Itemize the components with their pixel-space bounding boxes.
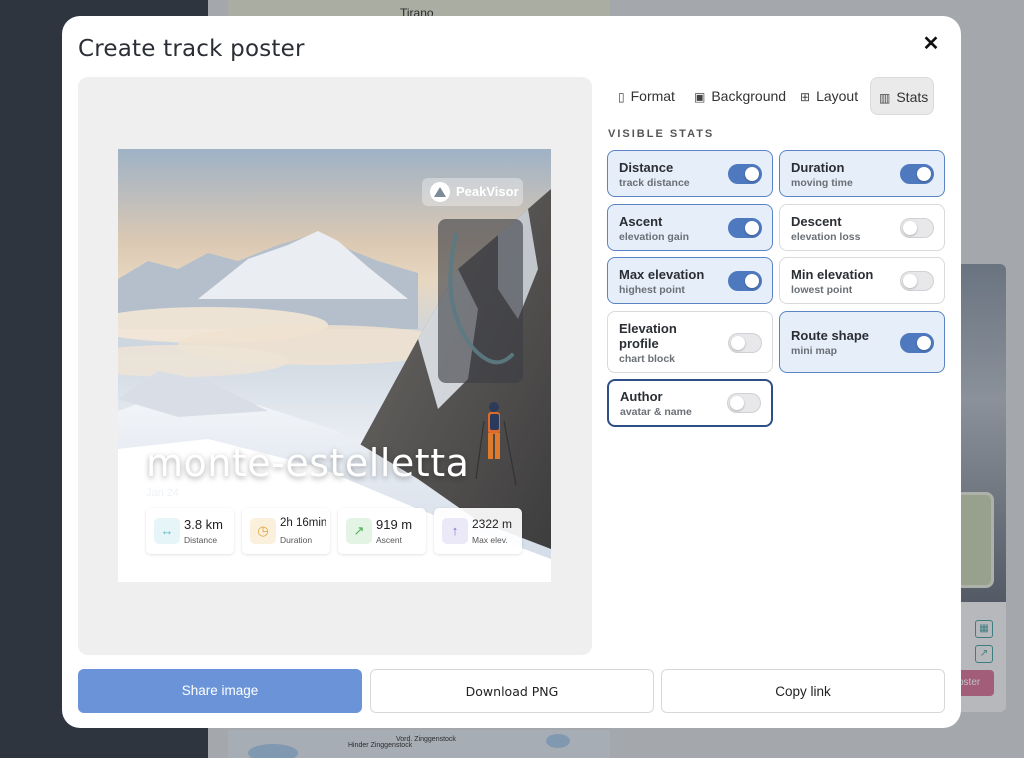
create-poster-modal: Create track poster ✕ PeakVisor monte-es… xyxy=(62,16,961,728)
tab-background[interactable]: ▣ Background xyxy=(686,77,794,115)
toggle-switch[interactable] xyxy=(728,218,762,238)
toggle-switch[interactable] xyxy=(728,164,762,184)
poster-stat-duration: ◷ 2h 16min Duration xyxy=(242,508,330,554)
share-image-button[interactable]: Share image xyxy=(78,669,362,713)
poster-title: monte-estelletta xyxy=(146,441,470,485)
modal-title: Create track poster xyxy=(78,36,305,62)
toggle-switch[interactable] xyxy=(728,271,762,291)
tab-label: Stats xyxy=(896,89,929,105)
option-title: Duration xyxy=(791,160,845,175)
tab-format[interactable]: ▯ Format xyxy=(610,77,683,115)
option-title: Min elevation xyxy=(791,267,874,282)
option-subtitle: moving time xyxy=(791,177,853,189)
image-icon: ▣ xyxy=(694,90,706,104)
stat-option-max-elevation[interactable]: Max elevation highest point xyxy=(607,257,773,304)
stat-label: Max elev. xyxy=(472,535,508,545)
toggle-switch[interactable] xyxy=(900,333,934,353)
stat-option-elevation-profile[interactable]: Elevation profile chart block xyxy=(607,311,773,373)
close-icon[interactable]: ✕ xyxy=(919,32,943,56)
distance-icon: ↔ xyxy=(154,518,180,544)
toggle-switch[interactable] xyxy=(900,218,934,238)
tab-layout[interactable]: ⊞ Layout xyxy=(792,77,866,115)
option-subtitle: chart block xyxy=(619,353,676,365)
toggle-switch[interactable] xyxy=(728,333,762,353)
phone-icon: ▯ xyxy=(618,90,625,104)
bars-icon: ▥ xyxy=(879,91,891,105)
download-png-button[interactable]: Download PNG xyxy=(370,669,654,713)
stat-value: 919 m xyxy=(376,517,413,532)
toggle-switch[interactable] xyxy=(900,271,934,291)
poster-preview: PeakVisor monte-estelletta Jan 24 ↔ 3.8 … xyxy=(118,149,551,582)
option-title: Route shape xyxy=(791,328,870,343)
option-title: Author xyxy=(620,389,663,404)
stat-option-route-shape[interactable]: Route shape mini map xyxy=(779,311,945,373)
option-title: Distance xyxy=(619,160,674,175)
grid-icon: ⊞ xyxy=(800,90,811,104)
option-subtitle: mini map xyxy=(791,345,838,357)
stat-label: Distance xyxy=(184,535,218,545)
option-title: Max elevation xyxy=(619,267,705,282)
option-subtitle: avatar & name xyxy=(620,406,692,418)
tab-stats[interactable]: ▥ Stats xyxy=(870,77,934,115)
option-subtitle: elevation gain xyxy=(619,231,690,243)
stat-value: 2h 16min xyxy=(280,517,326,529)
stat-option-distance[interactable]: Distance track distance xyxy=(607,150,773,197)
tab-label: Layout xyxy=(816,88,859,104)
stat-option-author[interactable]: Author avatar & name xyxy=(607,379,773,427)
option-title: Ascent xyxy=(619,214,663,229)
tab-label: Background xyxy=(711,88,787,104)
brand-badge: PeakVisor xyxy=(422,178,523,206)
option-subtitle: lowest point xyxy=(791,284,853,296)
arrow-up-icon: ↑ xyxy=(442,518,468,544)
stat-label: Duration xyxy=(280,535,313,545)
option-subtitle: elevation loss xyxy=(791,231,861,243)
option-subtitle: track distance xyxy=(619,177,690,189)
route-shape-minimap xyxy=(438,219,523,383)
tab-label: Format xyxy=(630,88,675,104)
option-title: Elevation profile xyxy=(619,321,677,351)
poster-preview-pane: PeakVisor monte-estelletta Jan 24 ↔ 3.8 … xyxy=(78,77,592,655)
stat-label: Ascent xyxy=(376,535,402,545)
poster-stat-max-elevation: ↑ 2322 m Max elev. xyxy=(434,508,522,554)
stat-option-duration[interactable]: Duration moving time xyxy=(779,150,945,197)
peakvisor-logo-icon xyxy=(430,182,450,202)
option-subtitle: highest point xyxy=(619,284,685,296)
stat-value: 3.8 km xyxy=(184,517,224,532)
toggle-switch[interactable] xyxy=(900,164,934,184)
stat-option-ascent[interactable]: Ascent elevation gain xyxy=(607,204,773,251)
poster-stat-ascent: ↗ 919 m Ascent xyxy=(338,508,426,554)
stat-option-min-elevation[interactable]: Min elevation lowest point xyxy=(779,257,945,304)
stat-option-descent[interactable]: Descent elevation loss xyxy=(779,204,945,251)
toggle-switch[interactable] xyxy=(727,393,761,413)
copy-link-button[interactable]: Copy link xyxy=(661,669,945,713)
clock-icon: ◷ xyxy=(250,518,276,544)
visible-stats-heading: VISIBLE STATS xyxy=(608,128,715,140)
stat-value: 2322 m xyxy=(472,517,513,531)
poster-date: Jan 24 xyxy=(146,487,180,499)
arrow-up-right-icon: ↗ xyxy=(346,518,372,544)
poster-stat-distance: ↔ 3.8 km Distance xyxy=(146,508,234,554)
option-title: Descent xyxy=(791,214,842,229)
brand-name: PeakVisor xyxy=(456,184,519,199)
